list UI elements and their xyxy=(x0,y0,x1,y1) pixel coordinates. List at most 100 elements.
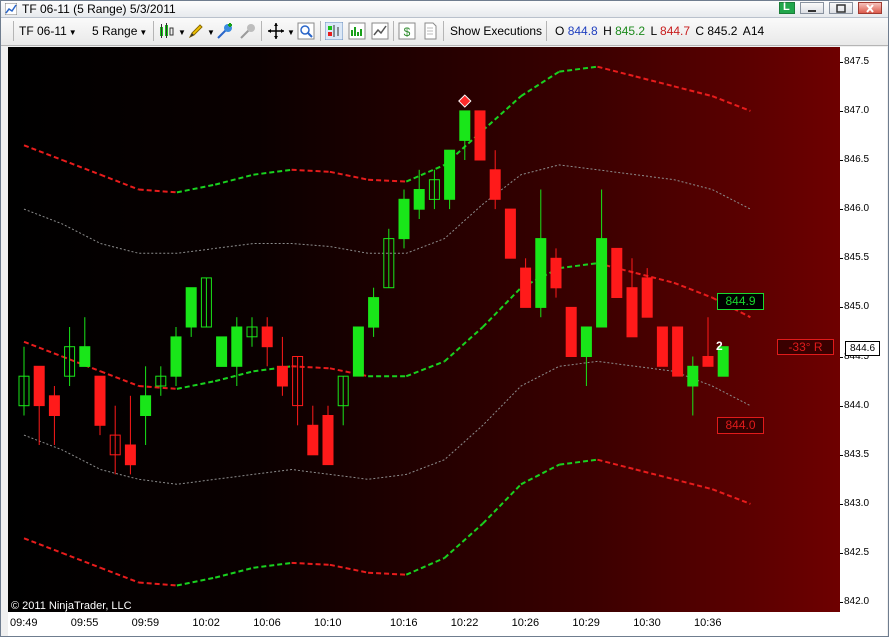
open-value: 844.8 xyxy=(567,24,598,38)
document-icon[interactable] xyxy=(421,22,439,40)
data-box-icon[interactable] xyxy=(348,22,366,40)
angle-readout: -33° R xyxy=(777,339,834,355)
down-candle xyxy=(656,326,668,367)
toolbar-grip xyxy=(13,21,14,41)
outer-lower-band-segment xyxy=(329,563,369,574)
toolbar-separator xyxy=(546,21,547,41)
price-axis[interactable]: 847.5 847.0 846.5 846.0 845.5 845.0 844.5 844.0… xyxy=(839,47,887,612)
instrument-selector[interactable]: TF 06-11 ▼ xyxy=(19,22,77,40)
price-tick-label: 847.5 xyxy=(839,55,870,67)
outer-lower-band-segment xyxy=(635,468,675,481)
minimize-button[interactable] xyxy=(800,2,824,14)
outer-upper-band-segment xyxy=(329,170,369,181)
dollar-icon[interactable]: $ xyxy=(398,22,416,40)
price-tick-label: 846.0 xyxy=(839,203,870,215)
chart-window: TF 06-11 (5 Range) 5/3/2011 L TF 06-11 ▼ … xyxy=(0,0,889,637)
up-candle xyxy=(140,395,152,416)
price-tick-label: 843.5 xyxy=(839,448,870,460)
chevron-down-icon: ▼ xyxy=(68,28,77,37)
open-label: O xyxy=(555,24,565,38)
maximize-button[interactable] xyxy=(829,2,853,14)
time-tick-label: 09:49 xyxy=(10,617,38,629)
up-candle xyxy=(459,110,471,141)
window-title: TF 06-11 (5 Range) 5/3/2011 xyxy=(22,2,176,16)
link-button[interactable]: L xyxy=(779,1,795,14)
down-candle xyxy=(489,169,501,200)
price-chart[interactable]: © 2011 NinjaTrader, LLC 844.9 844.0 2 -3… xyxy=(8,47,840,612)
down-candle xyxy=(626,287,638,338)
outer-lower-band-segment xyxy=(214,566,254,579)
strategy-icon[interactable] xyxy=(239,22,257,40)
outer-upper-band-segment xyxy=(711,95,751,112)
down-candle xyxy=(124,444,136,466)
toolbar-separator xyxy=(393,21,394,41)
chevron-down-icon[interactable]: ▼ xyxy=(287,24,295,42)
low-value: 844.7 xyxy=(660,24,691,38)
chart-app-icon xyxy=(5,3,17,15)
zoom-icon[interactable] xyxy=(297,22,315,40)
chevron-down-icon[interactable]: ▼ xyxy=(178,24,186,42)
close-button[interactable] xyxy=(858,2,882,14)
maximize-icon xyxy=(836,4,846,13)
upper-middle-line xyxy=(23,164,751,254)
time-tick-label: 10:30 xyxy=(633,617,661,629)
outer-lower-band-segment xyxy=(443,522,484,559)
outer-upper-band-segment xyxy=(61,159,101,176)
outer-upper-band-segment xyxy=(138,188,177,194)
down-candle xyxy=(307,424,319,456)
inner-upper-band-segment xyxy=(100,370,140,387)
outer-lower-band-segment xyxy=(597,458,636,471)
time-tick-label: 10:26 xyxy=(511,617,540,629)
outer-upper-band-segment xyxy=(482,95,522,132)
outer-lower-band-segment xyxy=(291,561,330,566)
last-price-marker: 844.6 xyxy=(845,341,880,356)
outer-upper-band-segment xyxy=(214,173,254,186)
price-tick-label: 842.0 xyxy=(839,596,870,608)
chevron-down-icon[interactable]: ▼ xyxy=(207,24,215,42)
bar-count-label: 2 xyxy=(716,339,723,353)
price-tick-label: 847.0 xyxy=(839,104,870,116)
outer-upper-band-segment xyxy=(23,144,63,161)
high-label: H xyxy=(603,24,612,38)
outer-upper-band-segment xyxy=(559,65,598,73)
time-axis[interactable]: 09:49 09:55 09:59 10:02 10:06 10:10 10:16 10:22… xyxy=(8,612,887,636)
inner-upper-band-segment xyxy=(635,272,675,284)
add-indicator-icon[interactable] xyxy=(216,22,234,40)
price-tick-label: 843.0 xyxy=(839,497,870,509)
period-selector[interactable]: 5 Range ▼ xyxy=(92,22,147,40)
down-candle xyxy=(276,365,288,387)
outer-lower-band-segment xyxy=(61,552,101,569)
price-chart-plot[interactable] xyxy=(8,47,840,612)
drawing-pencil-icon[interactable] xyxy=(187,22,205,40)
up-candle xyxy=(687,365,699,387)
chevron-down-icon: ▼ xyxy=(139,28,148,37)
outer-lower-band-segment xyxy=(138,581,177,587)
up-candle xyxy=(170,336,182,377)
outer-lower-band-segment xyxy=(482,483,522,525)
outer-upper-band-segment xyxy=(368,178,407,183)
up-candle xyxy=(216,336,228,367)
chart-toolbar: TF 06-11 ▼ 5 Range ▼ ▼ ▼ ▼ $ Show Execut… xyxy=(1,18,888,46)
inner-upper-band-segment xyxy=(673,281,713,299)
title-bar[interactable]: TF 06-11 (5 Range) 5/3/2011 L xyxy=(1,1,888,18)
chart-style-icon[interactable] xyxy=(158,22,176,40)
time-tick-label: 09:55 xyxy=(70,617,99,629)
outer-upper-band-segment xyxy=(520,70,560,97)
outer-upper-band-segment xyxy=(635,75,675,88)
time-tick-label: 10:16 xyxy=(390,617,418,629)
properties-icon[interactable] xyxy=(371,22,389,40)
outer-lower-band-segment xyxy=(176,576,216,587)
instrument-label: TF 06-11 xyxy=(19,24,67,38)
down-candle xyxy=(322,415,334,466)
outer-upper-band-segment xyxy=(176,183,216,194)
show-executions-button[interactable]: Show Executions xyxy=(450,22,542,40)
inner-upper-band-segment xyxy=(559,262,598,270)
link-button-label: L xyxy=(783,1,790,13)
chart-trader-icon[interactable] xyxy=(325,22,343,40)
outer-upper-band-segment xyxy=(253,168,292,176)
time-tick-label: 10:06 xyxy=(253,617,281,629)
price-tick-label: 846.5 xyxy=(839,154,870,165)
period-label: 5 Range xyxy=(92,24,138,38)
crosshair-icon[interactable] xyxy=(267,22,285,40)
up-candle xyxy=(398,198,410,240)
